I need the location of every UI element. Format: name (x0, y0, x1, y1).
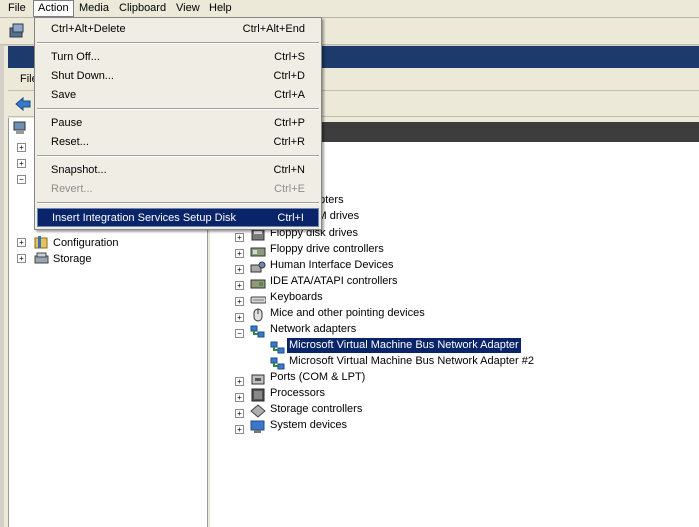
system-device-icon (250, 420, 265, 433)
expander-icon[interactable]: + (17, 254, 26, 263)
tree-item-mice[interactable]: Mice and other pointing devices (270, 307, 425, 319)
hid-icon (250, 261, 266, 273)
tree-item-configuration[interactable]: Configuration (53, 235, 118, 251)
expander-icon[interactable]: + (235, 377, 244, 386)
expander-icon[interactable]: + (17, 143, 26, 152)
menu-view[interactable]: View (172, 1, 204, 16)
menu-clipboard[interactable]: Clipboard (115, 1, 170, 16)
back-arrow-icon[interactable] (14, 96, 32, 112)
ctrl-alt-del-icon[interactable] (8, 22, 26, 40)
collapse-icon[interactable]: − (235, 329, 244, 338)
expander-icon[interactable]: + (235, 281, 244, 290)
expander-icon[interactable]: + (235, 393, 244, 402)
expander-icon[interactable]: + (17, 159, 26, 168)
expander-icon[interactable]: + (235, 265, 244, 274)
network-adapter-icon (270, 341, 285, 354)
menu-item-ctrl-alt-delete[interactable]: Ctrl+Alt+Delete Ctrl+Alt+End (37, 20, 319, 39)
tree-item-ports[interactable]: Ports (COM & LPT) (270, 371, 365, 383)
tree-item-nic-1[interactable]: Microsoft Virtual Machine Bus Network Ad… (287, 338, 521, 353)
action-menu: Ctrl+Alt+Delete Ctrl+Alt+End Turn Off...… (34, 17, 322, 230)
tree-item-keyboards[interactable]: Keyboards (270, 291, 323, 303)
tree-item-nic-2[interactable]: Microsoft Virtual Machine Bus Network Ad… (289, 355, 534, 367)
network-adapter-icon (250, 325, 265, 338)
menu-item-pause[interactable]: Pause Ctrl+P (37, 114, 319, 133)
configuration-icon (34, 236, 48, 249)
expander-icon[interactable]: + (235, 313, 244, 322)
menu-item-reset[interactable]: Reset... Ctrl+R (37, 133, 319, 152)
menu-bar: File Action Media Clipboard View Help (0, 0, 699, 18)
menu-item-revert: Revert... Ctrl+E (51, 183, 305, 195)
tree-item-storage[interactable]: Storage (53, 251, 92, 267)
expander-icon[interactable]: + (235, 249, 244, 258)
menu-help[interactable]: Help (205, 1, 236, 16)
storage-icon (34, 252, 49, 264)
expander-icon[interactable]: + (235, 233, 244, 242)
menu-item-shut-down[interactable]: Shut Down... Ctrl+D (37, 67, 319, 86)
menu-action[interactable]: Action (33, 0, 74, 17)
port-icon (251, 374, 265, 385)
tree-item-processors[interactable]: Processors (270, 387, 325, 399)
tree-item-ide[interactable]: IDE ATA/ATAPI controllers (270, 275, 398, 287)
ide-controller-icon (250, 279, 266, 289)
tree-item-system-devices[interactable]: System devices (270, 419, 347, 431)
menu-separator (37, 155, 319, 157)
menu-media[interactable]: Media (75, 1, 113, 16)
floppy-disk-icon (251, 229, 265, 241)
collapse-icon[interactable]: − (17, 175, 26, 184)
keyboard-icon (250, 296, 266, 304)
menu-item-turn-off[interactable]: Turn Off... Ctrl+S (37, 48, 319, 67)
mouse-icon (253, 308, 263, 322)
expander-icon[interactable]: + (235, 297, 244, 306)
menu-item-insert-integration-services-disk[interactable]: Insert Integration Services Setup Disk C… (37, 208, 319, 227)
expander-icon[interactable]: + (235, 409, 244, 418)
tree-item-hid[interactable]: Human Interface Devices (270, 259, 394, 271)
network-adapter-icon (270, 357, 285, 370)
processor-icon (251, 388, 265, 402)
menu-item-snapshot[interactable]: Snapshot... Ctrl+N (37, 161, 319, 180)
computer-icon (13, 121, 26, 134)
menu-separator (37, 42, 319, 44)
controller-icon (250, 247, 266, 257)
tree-item-floppy-controllers[interactable]: Floppy drive controllers (270, 243, 384, 255)
tree-item-network-adapters[interactable]: Network adapters (270, 323, 356, 335)
menu-separator (37, 202, 319, 204)
menu-item-save[interactable]: Save Ctrl+A (37, 86, 319, 105)
menu-separator (37, 108, 319, 110)
expander-icon[interactable]: + (17, 238, 26, 247)
storage-controller-icon (250, 404, 266, 418)
menu-file[interactable]: File (4, 1, 30, 16)
tree-item-storage-controllers[interactable]: Storage controllers (270, 403, 362, 415)
expander-icon[interactable]: + (235, 425, 244, 434)
